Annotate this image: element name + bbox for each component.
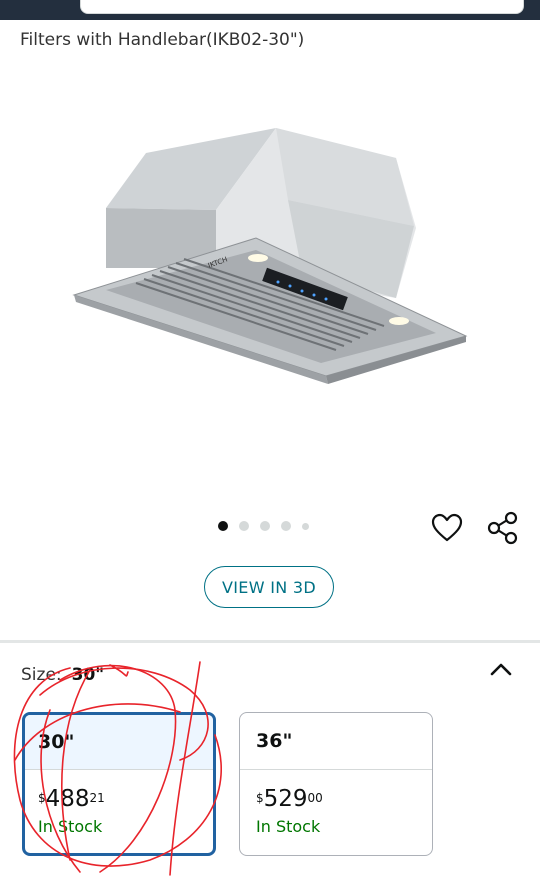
product-image-gallery[interactable]: IKTCH (66, 58, 476, 468)
range-hood-image: IKTCH (72, 128, 468, 384)
section-divider (0, 640, 540, 643)
chevron-up-icon[interactable] (488, 658, 514, 680)
carousel-dot[interactable] (239, 521, 249, 531)
share-button[interactable] (486, 510, 522, 546)
heart-icon (431, 513, 463, 542)
availability-status: In Stock (256, 817, 321, 836)
carousel-dot[interactable] (302, 522, 309, 530)
image-carousel-dots[interactable] (218, 520, 309, 532)
availability-status: In Stock (38, 817, 103, 836)
view-in-3d-button[interactable]: VIEW IN 3D (204, 566, 334, 608)
size-selector-header: Size: 30" (21, 664, 104, 686)
top-navigation-bar (0, 0, 540, 20)
size-option-30[interactable]: 30" $48821 In Stock (22, 712, 216, 856)
wishlist-button[interactable] (429, 510, 465, 546)
size-label: Size: (21, 665, 62, 685)
selected-size-value: 30" (71, 665, 105, 685)
size-option-price: $52900 (256, 786, 323, 812)
size-option-label: 30" (25, 715, 213, 770)
size-option-36[interactable]: 36" $52900 In Stock (239, 712, 433, 856)
carousel-dot[interactable] (281, 521, 291, 531)
search-input[interactable] (80, 0, 524, 14)
size-option-label: 36" (240, 713, 432, 770)
carousel-dot[interactable] (218, 521, 228, 531)
size-option-price: $48821 (38, 786, 105, 812)
product-title: Filters with Handlebar(IKB02-30") (20, 30, 305, 50)
carousel-dot[interactable] (260, 521, 270, 531)
share-icon (487, 511, 518, 545)
